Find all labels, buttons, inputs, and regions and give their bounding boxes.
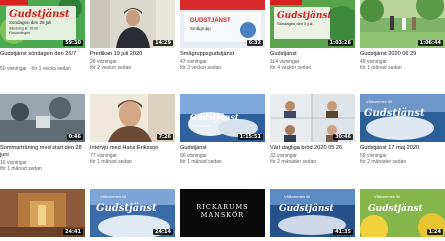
upload-age: för 2 månader sedan bbox=[360, 159, 407, 165]
video-thumbnail[interactable]: Välkommen till Gudstjänst 24:14 bbox=[90, 189, 175, 237]
thumb-sub-text: Välkommen till bbox=[374, 194, 400, 199]
video-title[interactable]: Gudstjänst söndagen den 26/7 bbox=[0, 51, 85, 58]
duration-badge: 41:35 bbox=[333, 229, 353, 235]
video-title[interactable]: Intervju med Hans Eriksson bbox=[90, 145, 175, 152]
thumb-sub-text: Välkommen till bbox=[100, 194, 126, 199]
thumb-title-text: Gudstjänst bbox=[96, 203, 157, 214]
video-thumbnail[interactable]: RICKARUMS MANSKÖR bbox=[180, 189, 265, 237]
video-title[interactable]: Gudstjänst bbox=[270, 51, 355, 58]
video-thumbnail[interactable]: Välkommen till Gudstjänst bbox=[360, 94, 445, 142]
video-thumbnail[interactable]: GUDSTJÄNST Smågrupp 6:32 bbox=[180, 0, 265, 48]
duration-badge: 1:06:44 bbox=[417, 40, 443, 46]
video-thumbnail[interactable]: 30:46 bbox=[270, 94, 355, 142]
thumb-sub-text-3: Församlingen bbox=[9, 31, 30, 35]
duration-badge: 7:26 bbox=[156, 134, 173, 140]
duration-badge: 0:46 bbox=[66, 134, 83, 140]
video-thumbnail[interactable]: Gudstjänst Söndagen 1:15:51 bbox=[180, 94, 265, 142]
thumb-sub-text-2: Sändning kl. 10:00 bbox=[9, 27, 38, 31]
duration-badge: 30:46 bbox=[333, 134, 353, 140]
upload-age: för 4 veckor sedan bbox=[270, 65, 312, 71]
duration-badge: 1:15:51 bbox=[237, 134, 263, 140]
video-title[interactable]: Gudstjänst 17 maj 2020 bbox=[360, 145, 445, 152]
thumb-title-text: Gudstjänst bbox=[277, 10, 332, 21]
video-title[interactable]: Sommarträning med start den 28 juni bbox=[0, 145, 85, 159]
duration-badge: 24:41 bbox=[63, 229, 83, 235]
thumb-sub-text: Söndagen bbox=[192, 123, 210, 128]
video-thumbnail[interactable]: 24:41 bbox=[0, 189, 85, 237]
video-thumbnail[interactable]: 14:29 bbox=[90, 0, 175, 48]
upload-age: för 1 månad sedan bbox=[180, 159, 222, 165]
upload-age: för 2 veckor sedan bbox=[90, 65, 132, 71]
video-title[interactable]: Gudstjänst bbox=[180, 145, 265, 152]
video-thumbnail[interactable]: 1:06:44 bbox=[360, 0, 445, 48]
upload-age: för 1 månad sedan bbox=[90, 159, 132, 165]
thumb-sub-text: Välkommen till bbox=[366, 99, 392, 104]
duration-badge: 1:03:26 bbox=[327, 40, 353, 46]
thumb-title-text: RICKARUMS bbox=[196, 203, 248, 211]
thumb-sub-text: Söndagen den 5 juli bbox=[277, 21, 312, 26]
duration-badge: 59:30 bbox=[63, 40, 83, 46]
duration-badge: 6:32 bbox=[246, 40, 263, 46]
video-title[interactable]: Vårt dagliga bröd 2020 05 26 bbox=[270, 145, 355, 152]
video-title[interactable]: Smågruppsgudstjänst bbox=[180, 51, 265, 58]
video-thumbnail[interactable]: Gudstjänst Söndagen den 26 juli Sändning… bbox=[0, 0, 85, 48]
thumb-title-text: Gudstjänst bbox=[368, 203, 423, 214]
video-thumbnail[interactable]: 7:26 bbox=[90, 94, 175, 142]
view-count: 50 visningar · för 1 vecka sedan bbox=[0, 66, 71, 72]
thumb-sub-text: Smågrupp bbox=[190, 25, 211, 31]
duration-badge: 14:29 bbox=[153, 40, 173, 46]
thumb-sub-text: Välkommen till bbox=[284, 194, 310, 199]
video-thumbnail[interactable]: Välkommen till Gudstjänst 41:35 bbox=[270, 189, 355, 237]
duration-badge: 24:14 bbox=[153, 229, 173, 235]
thumb-title-text: Gudstjänst bbox=[279, 203, 334, 214]
video-title[interactable]: Gudstjänst 2020 06 29 bbox=[360, 51, 445, 58]
thumb-title-text: Gudstjänst bbox=[9, 9, 70, 20]
video-title[interactable]: Predikan 19 juli 2020 bbox=[90, 51, 175, 58]
video-grid: Gudstjänst Söndagen den 26 juli Sändning… bbox=[0, 0, 445, 241]
thumb-title-text: GUDSTJÄNST bbox=[190, 17, 231, 24]
thumb-sub-text: Söndagen den 26 juli bbox=[9, 20, 51, 25]
thumb-title-text: Gudstjänst bbox=[190, 112, 239, 122]
video-thumbnail[interactable]: Gudstjänst Söndagen den 5 juli 1:03:26 bbox=[270, 0, 355, 48]
video-thumbnail[interactable]: 0:46 bbox=[0, 94, 85, 142]
video-thumbnail[interactable]: Välkommen till Gudstjänst 1:24 bbox=[360, 189, 445, 237]
thumb-sub-text: MANSKÖR bbox=[201, 210, 245, 219]
duration-badge: 1:24 bbox=[426, 229, 443, 235]
upload-age: för 1 månad sedan bbox=[360, 65, 402, 71]
upload-age: för 1 månad sedan bbox=[0, 166, 42, 172]
upload-age: för 2 månader sedan bbox=[270, 159, 317, 165]
thumb-title-text: Gudstjänst bbox=[364, 108, 425, 119]
upload-age: för 3 veckor sedan bbox=[180, 65, 222, 71]
